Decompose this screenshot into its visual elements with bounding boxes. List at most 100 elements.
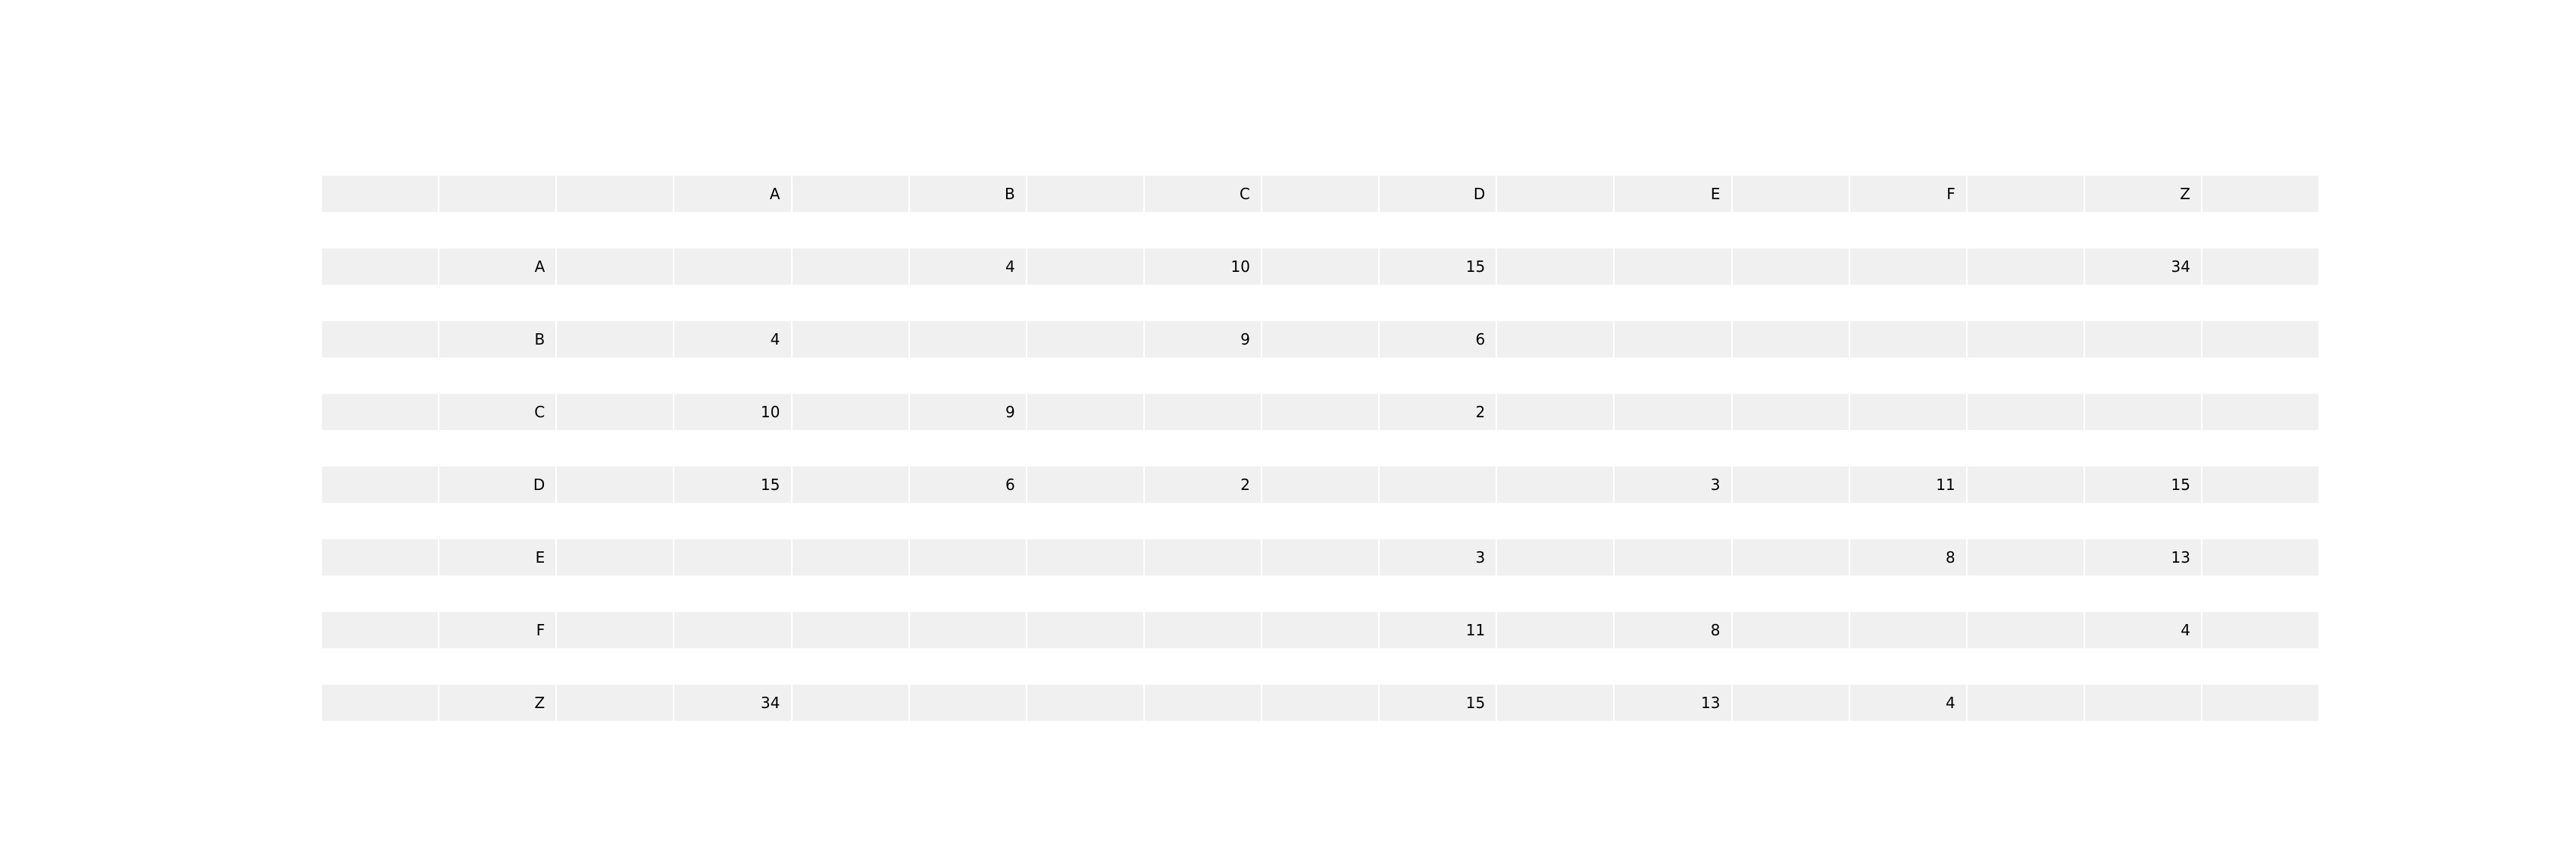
table-cell-6-6 — [1027, 685, 1145, 721]
table-cell-5-6 — [1027, 612, 1145, 648]
table-cell-0-14 — [1967, 248, 2085, 285]
header-cell-14 — [1967, 176, 2085, 212]
table-row-0: A 4 10 15 34 — [322, 248, 2319, 285]
table-cell-5-14 — [1967, 612, 2085, 648]
header-cell-16 — [2202, 176, 2319, 212]
table-cell-6-0 — [322, 685, 440, 721]
table-cell-1-8 — [1262, 321, 1380, 357]
table-cell-0-11 — [1615, 248, 1733, 285]
table-cell-2-14 — [1967, 394, 2085, 430]
table-cell-0-6 — [1027, 248, 1145, 285]
table-cell-2-16 — [2202, 394, 2319, 430]
table-cell-5-7 — [1144, 612, 1262, 648]
header-cell-7: C — [1144, 176, 1262, 212]
table-cell-1-16 — [2202, 321, 2319, 357]
header-cell-0 — [322, 176, 440, 212]
table-cell-1-3: 4 — [674, 321, 792, 357]
header-cell-5: B — [909, 176, 1027, 212]
table-cell-1-2 — [557, 321, 675, 357]
table-cell-3-13: 11 — [1849, 467, 1968, 503]
table-cell-0-12 — [1732, 248, 1850, 285]
table-cell-6-4 — [792, 685, 910, 721]
header-cell-6 — [1027, 176, 1145, 212]
table-cell-4-13: 8 — [1849, 539, 1968, 576]
table-cell-5-15: 4 — [2084, 612, 2202, 648]
table-cell-1-6 — [1027, 321, 1145, 357]
table-cell-3-14 — [1967, 467, 2085, 503]
table-cell-5-8 — [1262, 612, 1380, 648]
table-cell-2-5: 9 — [909, 394, 1027, 430]
table-cell-2-3: 10 — [674, 394, 792, 430]
table-cell-4-3 — [674, 539, 792, 576]
header-cell-9: D — [1380, 176, 1498, 212]
table-cell-5-12 — [1732, 612, 1850, 648]
table-cell-5-0 — [322, 612, 440, 648]
table-cell-0-15: 34 — [2084, 248, 2202, 285]
header-cell-15: Z — [2084, 176, 2202, 212]
table-cell-5-9: 11 — [1380, 612, 1498, 648]
table-cell-3-6 — [1027, 467, 1145, 503]
header-cell-2 — [557, 176, 675, 212]
header-cell-13: F — [1849, 176, 1968, 212]
table-cell-2-6 — [1027, 394, 1145, 430]
table-cell-2-15 — [2084, 394, 2202, 430]
table-cell-0-8 — [1262, 248, 1380, 285]
table-cell-0-7: 10 — [1144, 248, 1262, 285]
table-cell-4-0 — [322, 539, 440, 576]
table-cell-6-16 — [2202, 685, 2319, 721]
table-cell-4-1: E — [439, 539, 558, 576]
table-cell-6-13: 4 — [1849, 685, 1968, 721]
table-cell-2-4 — [792, 394, 910, 430]
table-cell-0-0 — [322, 248, 440, 285]
table-row-1: B 4 9 6 — [322, 321, 2319, 357]
table-row-3: D 15 6 2 3 11 15 — [322, 467, 2319, 503]
table-cell-1-5 — [909, 321, 1027, 357]
table-cell-2-2 — [557, 394, 675, 430]
table-cell-1-15 — [2084, 321, 2202, 357]
table-cell-3-12 — [1732, 467, 1850, 503]
table-cell-1-14 — [1967, 321, 2085, 357]
table-cell-1-12 — [1732, 321, 1850, 357]
table-cell-2-13 — [1849, 394, 1968, 430]
table-cell-6-12 — [1732, 685, 1850, 721]
table-cell-6-15 — [2084, 685, 2202, 721]
table-cell-1-1: B — [439, 321, 558, 357]
table-cell-5-4 — [792, 612, 910, 648]
table-cell-0-13 — [1849, 248, 1968, 285]
table-cell-0-1: A — [439, 248, 558, 285]
table-cell-1-7: 9 — [1144, 321, 1262, 357]
table-cell-4-12 — [1732, 539, 1850, 576]
table-cell-3-2 — [557, 467, 675, 503]
table-cell-3-4 — [792, 467, 910, 503]
table-cell-0-9: 15 — [1380, 248, 1498, 285]
table-cell-0-10 — [1497, 248, 1615, 285]
table-cell-5-10 — [1497, 612, 1615, 648]
table-cell-5-3 — [674, 612, 792, 648]
distance-matrix-table: A B C D E F Z A 4 10 15 34 B 4 9 6 C 10 9 2 D 15 6 2 3 11 15 E 3 8 13 F… — [322, 176, 2319, 757]
table-cell-2-11 — [1615, 394, 1733, 430]
table-row-6: Z 34 15 13 4 — [322, 685, 2319, 721]
table-cell-6-10 — [1497, 685, 1615, 721]
table-cell-6-8 — [1262, 685, 1380, 721]
table-cell-1-13 — [1849, 321, 1968, 357]
table-cell-4-2 — [557, 539, 675, 576]
table-cell-4-10 — [1497, 539, 1615, 576]
table-cell-4-5 — [909, 539, 1027, 576]
table-cell-6-5 — [909, 685, 1027, 721]
table-cell-5-16 — [2202, 612, 2319, 648]
table-cell-3-5: 6 — [909, 467, 1027, 503]
table-cell-4-6 — [1027, 539, 1145, 576]
table-cell-0-4 — [792, 248, 910, 285]
table-cell-2-7 — [1144, 394, 1262, 430]
table-cell-4-8 — [1262, 539, 1380, 576]
header-row: ABCDEFZ — [322, 176, 2319, 212]
table-cell-2-9: 2 — [1380, 394, 1498, 430]
table-cell-3-16 — [2202, 467, 2319, 503]
table-cell-3-1: D — [439, 467, 558, 503]
table-cell-1-11 — [1615, 321, 1733, 357]
table-cell-4-14 — [1967, 539, 2085, 576]
table-cell-0-3 — [674, 248, 792, 285]
table-cell-3-10 — [1497, 467, 1615, 503]
table-row-4: E 3 8 13 — [322, 539, 2319, 576]
table-cell-2-12 — [1732, 394, 1850, 430]
